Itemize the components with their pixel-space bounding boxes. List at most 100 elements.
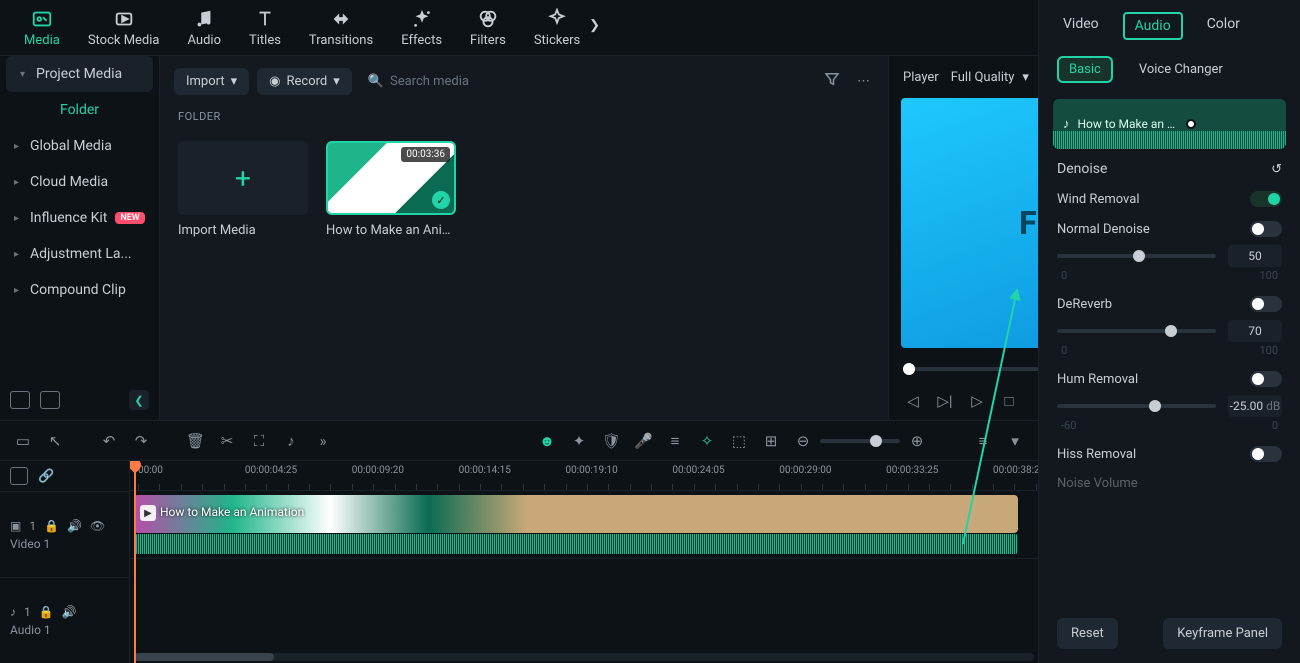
import-button[interactable]: Import▾ — [174, 68, 249, 95]
video-track-header[interactable]: ▣1 🔒 🔊 👁 Video 1 — [0, 491, 129, 577]
dereverb-value[interactable]: 70 — [1228, 320, 1282, 342]
select-tool-icon[interactable]: ▭ — [14, 432, 32, 450]
grid-icon[interactable]: ⊞ — [762, 432, 780, 450]
hum-removal-value[interactable]: -25.00 dB — [1228, 395, 1282, 417]
nav-media[interactable]: Media — [10, 2, 74, 54]
subtab-voice-changer[interactable]: Voice Changer — [1127, 56, 1235, 83]
nav-titles[interactable]: Titles — [235, 2, 295, 54]
import-media-card[interactable]: + Import Media — [178, 141, 308, 238]
zoom-out-icon[interactable]: ⊖ — [794, 432, 812, 450]
play-icon[interactable]: ▷ — [967, 392, 987, 410]
time-ruler[interactable]: 00:0000:00:04:2500:00:09:2000:00:14:1500… — [130, 461, 1038, 491]
record-tool-icon[interactable]: ⬚ — [730, 432, 748, 450]
lock-icon[interactable]: 🔒 — [44, 519, 59, 533]
check-icon: ✓ — [432, 191, 450, 209]
play-icon: ▶ — [140, 505, 156, 521]
prev-frame-icon[interactable]: ◁ — [903, 392, 923, 410]
sidebar-folder[interactable]: Folder — [0, 92, 159, 128]
clip-waveform — [134, 534, 1018, 554]
stop-icon[interactable]: □ — [999, 392, 1019, 410]
reset-button[interactable]: Reset — [1057, 618, 1118, 649]
normal-denoise-slider[interactable] — [1057, 254, 1216, 258]
list-view-icon[interactable]: ≡ — [974, 432, 992, 450]
nav-stock-media[interactable]: Stock Media — [74, 2, 174, 54]
filter-icon[interactable] — [819, 66, 845, 96]
cursor-tool-icon[interactable]: ↖ — [46, 432, 64, 450]
tab-audio[interactable]: Audio — [1123, 12, 1183, 40]
sidebar-adjustment-layer[interactable]: ▸ Adjustment La... — [0, 236, 159, 272]
nav-filters[interactable]: Filters — [456, 2, 520, 54]
mute-icon[interactable]: 🔊 — [62, 605, 77, 619]
add-track-icon[interactable] — [10, 467, 28, 485]
subtitle-icon[interactable]: ≡ — [666, 432, 684, 450]
sidebar-global-media[interactable]: ▸ Global Media — [0, 128, 159, 164]
sidebar-influence-kit[interactable]: ▸ Influence Kit NEW — [0, 200, 159, 236]
sidebar-compound-clip[interactable]: ▸ Compound Clip — [0, 272, 159, 308]
normal-denoise-toggle[interactable] — [1250, 221, 1282, 237]
tab-video[interactable]: Video — [1057, 12, 1105, 40]
reset-denoise-icon[interactable]: ↺ — [1271, 162, 1282, 177]
visibility-icon[interactable]: 👁 — [90, 519, 105, 533]
more-icon[interactable]: ⋯ — [853, 70, 874, 93]
stickers-icon — [546, 8, 568, 30]
video-clip[interactable]: ▶ How to Make an Animation — [134, 495, 1018, 533]
audio-track-header[interactable]: ♪1 🔒 🔊 Audio 1 — [0, 577, 129, 663]
record-button[interactable]: ◉Record▾ — [257, 68, 352, 95]
more-tools-icon[interactable]: » — [314, 432, 332, 450]
collapse-sidebar-icon[interactable]: ❮ — [129, 390, 149, 410]
mute-icon[interactable]: 🔊 — [67, 519, 82, 533]
tab-color[interactable]: Color — [1201, 12, 1246, 40]
hiss-removal-toggle[interactable] — [1250, 446, 1282, 462]
timeline: ▭ ↖ ↶ ↷ 🗑 ✂ ⛶ ♪ » ☻ ✦ 🛡 🎤 ≡ ✧ ⬚ ⊞ ⊖ ⊕ ≡ … — [0, 420, 1038, 663]
dereverb-toggle[interactable] — [1250, 296, 1282, 312]
music-note-icon: ♪ — [1063, 116, 1070, 132]
nav-effects[interactable]: Effects — [387, 2, 456, 54]
quality-dropdown[interactable]: Full Quality▾ — [951, 70, 1029, 85]
stock-icon — [113, 8, 135, 30]
search-input[interactable] — [390, 74, 520, 89]
chevron-down-icon[interactable]: ▾ — [1006, 432, 1024, 450]
nav-more-icon[interactable]: ❯ — [589, 18, 600, 33]
dereverb-slider[interactable] — [1057, 329, 1216, 333]
timeline-tracks[interactable]: 00:0000:00:04:2500:00:09:2000:00:14:1500… — [130, 461, 1038, 663]
nav-transitions[interactable]: Transitions — [295, 2, 387, 54]
redo-icon[interactable]: ↷ — [132, 432, 150, 450]
chevron-right-icon: ▸ — [14, 141, 22, 152]
normal-denoise-value[interactable]: 50 — [1228, 245, 1282, 267]
cut-icon[interactable]: ✂ — [218, 432, 236, 450]
sidebar-project-media[interactable]: ▾ Project Media — [6, 56, 153, 92]
zoom-slider[interactable] — [820, 439, 900, 443]
delete-icon[interactable]: 🗑 — [186, 432, 204, 450]
keyframe-panel-button[interactable]: Keyframe Panel — [1163, 618, 1282, 649]
undo-icon[interactable]: ↶ — [100, 432, 118, 450]
next-frame-icon[interactable]: ▷| — [935, 392, 955, 410]
nav-audio[interactable]: Audio — [174, 2, 235, 54]
lock-icon[interactable]: 🔒 — [39, 605, 54, 619]
zoom-in-icon[interactable]: ⊕ — [908, 432, 926, 450]
nav-stickers[interactable]: Stickers — [520, 2, 594, 54]
shield-icon[interactable]: 🛡 — [602, 432, 620, 450]
crop-icon[interactable]: ⛶ — [250, 432, 268, 450]
subtab-basic[interactable]: Basic — [1057, 56, 1113, 83]
mic-icon[interactable]: 🎤 — [634, 432, 652, 450]
sidebar-cloud-media[interactable]: ▸ Cloud Media — [0, 164, 159, 200]
search-media[interactable]: 🔍 — [360, 74, 811, 89]
new-folder-icon[interactable] — [10, 391, 30, 409]
audio-clip-chip[interactable]: ♪ How to Make an A... — [1053, 99, 1286, 149]
playhead-dot-icon — [1186, 119, 1196, 129]
new-bin-icon[interactable] — [40, 391, 60, 409]
hum-removal-slider[interactable] — [1057, 404, 1216, 408]
music-tool-icon[interactable]: ♪ — [282, 432, 300, 450]
ai-icon[interactable]: ☻ — [538, 432, 556, 450]
playhead[interactable] — [134, 461, 136, 663]
link-icon[interactable]: 🔗 — [38, 469, 54, 484]
timeline-scrollbar[interactable] — [134, 653, 1034, 661]
ruler-tick: 00:00:33:25 — [886, 465, 938, 476]
chevron-right-icon: ▸ — [14, 285, 22, 296]
hum-removal-toggle[interactable] — [1250, 371, 1282, 387]
sparkle-icon[interactable]: ✦ — [570, 432, 588, 450]
media-clip-card[interactable]: 00:03:36 ✓ How to Make an Anim... — [326, 141, 456, 238]
wind-removal-toggle[interactable] — [1250, 191, 1282, 207]
marker-icon[interactable]: ✧ — [698, 432, 716, 450]
video-track-icon: ▣ — [10, 519, 21, 533]
